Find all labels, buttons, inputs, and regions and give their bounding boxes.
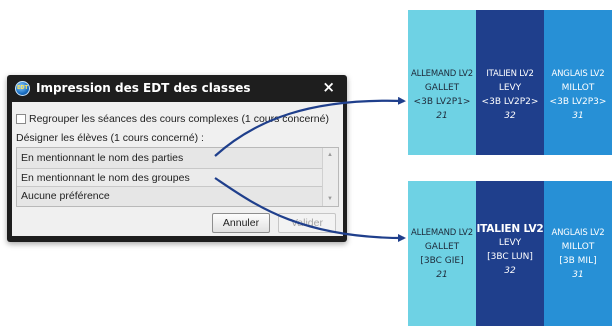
timetable-cell-anglais-groups: ANGLAIS LV2 MILLOT [3B MIL] 31 xyxy=(544,181,612,326)
timetable-cell-italien: ITALIEN LV2 LEVY <3B LV2P2> 32 xyxy=(476,10,544,155)
cell-student-count: 31 xyxy=(572,111,584,121)
cancel-button[interactable]: Annuler xyxy=(212,213,270,233)
scroll-down-icon[interactable]: ▼ xyxy=(327,196,333,202)
timetable-cell-italien-groups: ITALIEN LV2 LEVY [3BC LUN] 32 xyxy=(476,181,544,326)
option-groups-name[interactable]: En mentionnant le nom des groupes xyxy=(17,168,322,187)
cell-group: [3BC LUN] xyxy=(487,252,533,262)
group-sessions-checkbox[interactable] xyxy=(16,114,26,124)
dialog-titlebar[interactable]: EDT Impression des EDT des classes × xyxy=(7,75,347,101)
cell-teacher: LEVY xyxy=(498,83,522,93)
designate-students-label: Désigner les élèves (1 cours concerné) : xyxy=(16,132,204,144)
close-icon[interactable]: × xyxy=(322,79,335,95)
cell-student-count: 32 xyxy=(504,111,516,121)
validate-button[interactable]: Valider xyxy=(278,213,336,233)
cell-group: [3B MIL] xyxy=(559,256,597,266)
cell-student-count: 21 xyxy=(436,270,448,280)
cell-teacher: GALLET xyxy=(424,83,460,93)
cell-teacher: GALLET xyxy=(424,242,460,252)
print-timetable-dialog: EDT Impression des EDT des classes × Reg… xyxy=(7,75,347,242)
list-scrollbar[interactable]: ▲ ▼ xyxy=(322,148,338,206)
cell-group: <3B LV2P1> xyxy=(413,97,471,107)
designation-options-list[interactable]: En mentionnant le nom des parties En men… xyxy=(16,147,339,207)
timetable-cell-anglais: ANGLAIS LV2 MILLOT <3B LV2P3> 31 xyxy=(544,10,612,155)
cell-student-count: 31 xyxy=(572,270,584,280)
cell-subject: ITALIEN LV2 xyxy=(476,223,544,235)
group-sessions-option[interactable]: Regrouper les séances des cours complexe… xyxy=(16,113,329,125)
app-logo-icon: EDT xyxy=(15,80,30,96)
cell-group: <3B LV2P2> xyxy=(481,97,539,107)
option-parts-name[interactable]: En mentionnant le nom des parties xyxy=(17,149,322,168)
cell-student-count: 21 xyxy=(436,111,448,121)
group-sessions-label[interactable]: Regrouper les séances des cours complexe… xyxy=(29,113,329,125)
dialog-body: Regrouper les séances des cours complexe… xyxy=(12,102,343,236)
cell-group: [3BC GIE] xyxy=(420,256,464,266)
cell-subject: ALLEMAND LV2 xyxy=(410,228,474,238)
timetable-cell-allemand-groups: ALLEMAND LV2 GALLET [3BC GIE] 21 xyxy=(408,181,476,326)
cell-subject: ITALIEN LV2 xyxy=(486,69,534,79)
cell-group: <3B LV2P3> xyxy=(549,97,607,107)
cell-subject: ANGLAIS LV2 xyxy=(551,228,605,238)
cell-subject: ALLEMAND LV2 xyxy=(410,69,474,79)
cell-teacher: LEVY xyxy=(498,238,522,248)
dialog-title: Impression des EDT des classes xyxy=(36,81,251,95)
scroll-up-icon[interactable]: ▲ xyxy=(327,152,333,158)
cell-student-count: 32 xyxy=(504,266,516,276)
timetable-cell-allemand: ALLEMAND LV2 GALLET <3B LV2P1> 21 xyxy=(408,10,476,155)
cell-teacher: MILLOT xyxy=(561,83,595,93)
cell-subject: ANGLAIS LV2 xyxy=(551,69,605,79)
cell-teacher: MILLOT xyxy=(561,242,595,252)
option-no-preference[interactable]: Aucune préférence xyxy=(17,187,322,206)
